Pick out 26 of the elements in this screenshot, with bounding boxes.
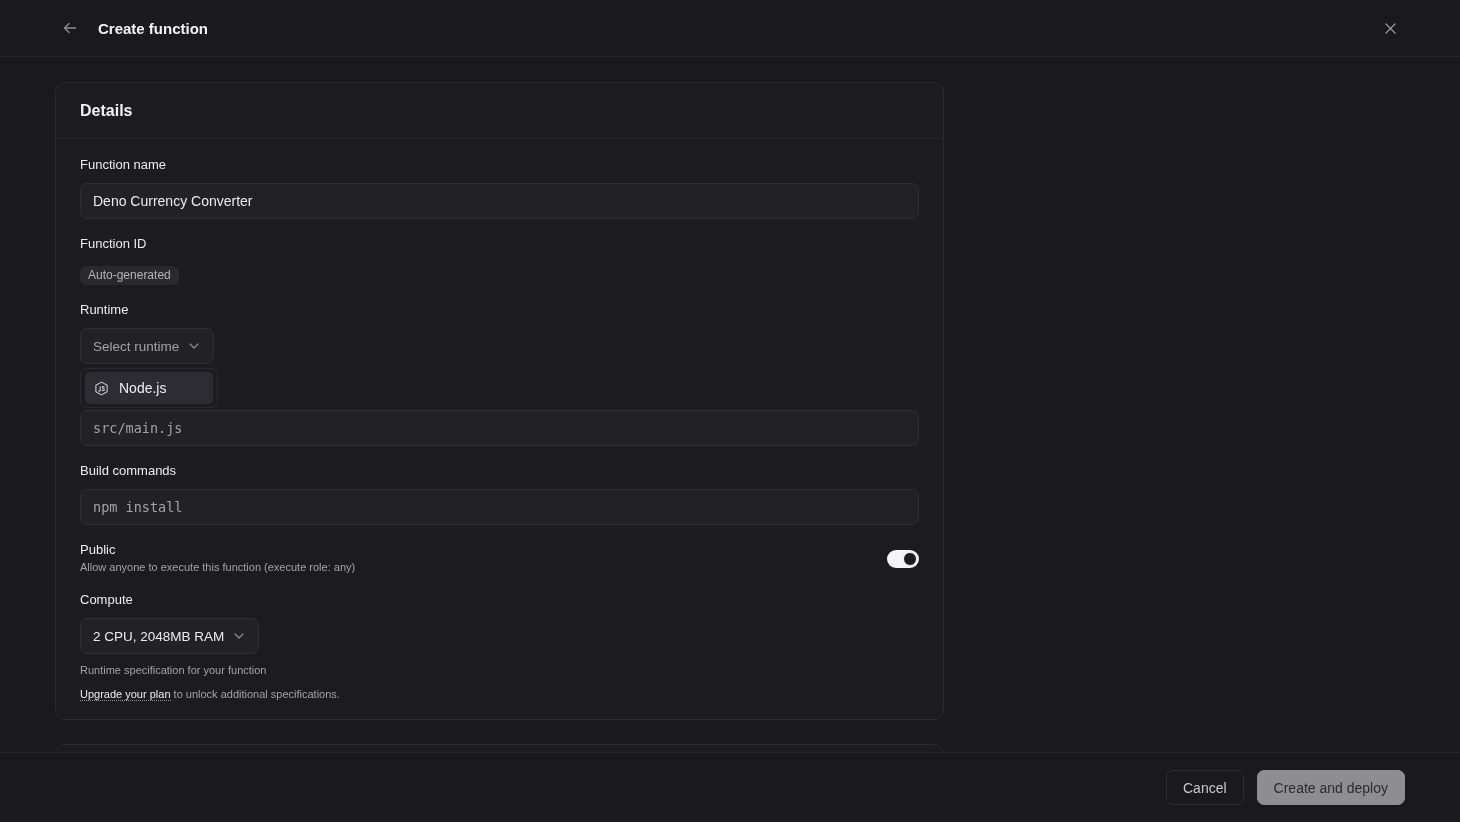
field-label: Compute: [80, 591, 133, 609]
public-toggle[interactable]: [887, 550, 919, 568]
cancel-button[interactable]: Cancel: [1166, 770, 1244, 805]
chevron-down-icon: [189, 343, 200, 349]
menu-item[interactable]: Node.js: [85, 372, 213, 404]
help-text: Runtime specification for your function: [80, 663, 267, 678]
close-icon: [1384, 22, 1396, 34]
upgrade-note: Upgrade your plan to unlock additional specifications.: [80, 687, 340, 702]
text-field[interactable]: Deno Currency Converter: [80, 183, 919, 219]
card-title: Details: [80, 101, 133, 120]
chevron-down-icon: [234, 633, 245, 639]
field-label: Function ID: [80, 235, 147, 253]
field-label: Build commands: [80, 462, 177, 480]
code-field[interactable]: npm install: [80, 489, 919, 525]
id-badge: Auto-generated: [80, 266, 179, 285]
select-dropdown[interactable]: 2 CPU, 2048MB RAM: [80, 618, 260, 654]
field-label: Public: [80, 541, 116, 559]
back-arrow-icon: [63, 21, 77, 35]
code-field[interactable]: src/main.js: [80, 410, 919, 446]
upgrade-link[interactable]: Upgrade your plan: [80, 688, 171, 701]
field-label: Function name: [80, 156, 166, 174]
hexagon-icon: [94, 380, 109, 396]
select-dropdown[interactable]: Select runtime: [80, 328, 215, 364]
page-title: Create function: [98, 19, 208, 37]
field-label: Runtime: [80, 301, 129, 319]
field-description: Allow anyone to execute this function (execute role: any): [80, 560, 356, 575]
